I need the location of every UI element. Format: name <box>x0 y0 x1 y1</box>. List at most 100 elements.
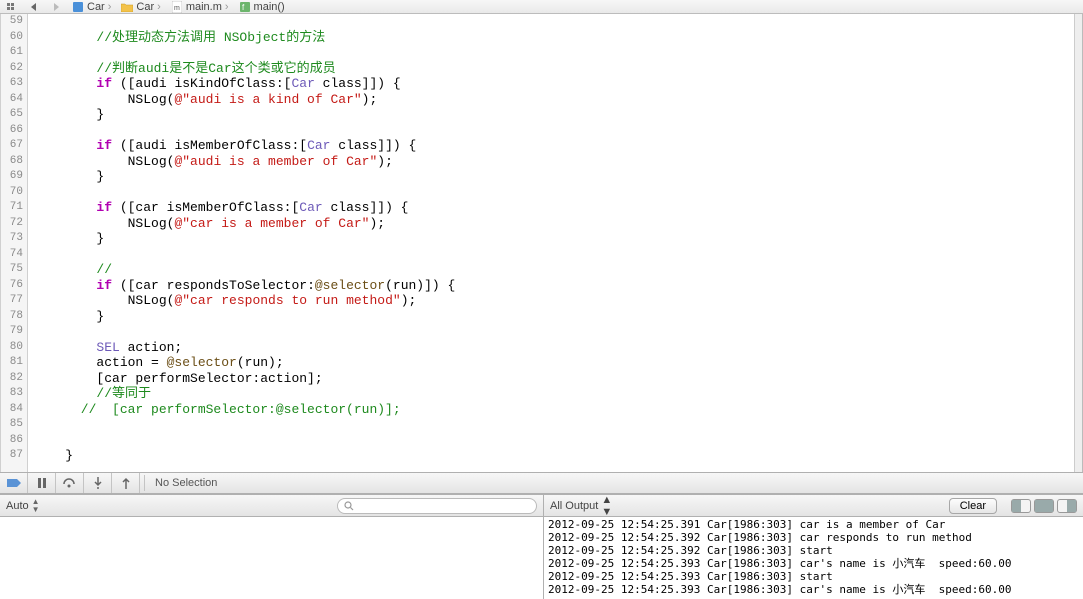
updown-arrows-icon: ▲▼ <box>601 494 612 518</box>
nav-back-button[interactable] <box>24 1 44 13</box>
console-output[interactable]: 2012-09-25 12:54:25.391 Car[1986:303] ca… <box>544 517 1083 599</box>
code-line[interactable]: if ([car isMemberOfClass:[Car class]]) { <box>34 200 1074 216</box>
variables-area[interactable] <box>0 517 543 599</box>
code-line[interactable]: //判断audi是不是Car这个类或它的成员 <box>34 61 1074 77</box>
code-line[interactable]: } <box>34 448 1074 464</box>
editor-scrollbar[interactable] <box>1074 14 1082 472</box>
breadcrumb-project-label: Car <box>87 1 105 13</box>
line-number: 80 <box>5 340 23 356</box>
code-line[interactable]: if ([car respondsToSelector:@selector(ru… <box>34 278 1074 294</box>
line-number: 74 <box>5 247 23 263</box>
console-line: 2012-09-25 12:54:25.392 Car[1986:303] ca… <box>548 531 1079 544</box>
line-number: 87 <box>5 448 23 464</box>
code-editor[interactable]: 5960616263646566676869707172737475767778… <box>0 14 1083 472</box>
svg-text:m: m <box>174 5 180 12</box>
line-number: 61 <box>5 45 23 61</box>
breadcrumb-file[interactable]: m main.m › <box>167 1 233 13</box>
code-line[interactable] <box>34 185 1074 201</box>
console-line: 2012-09-25 12:54:25.391 Car[1986:303] ca… <box>548 518 1079 531</box>
line-number: 62 <box>5 61 23 77</box>
related-items-icon[interactable] <box>2 1 22 13</box>
variables-header: Auto ▲▼ <box>0 495 543 517</box>
line-number: 81 <box>5 355 23 371</box>
console-line: 2012-09-25 12:54:25.393 Car[1986:303] st… <box>548 570 1079 583</box>
step-over-button[interactable] <box>56 473 84 493</box>
line-number: 85 <box>5 417 23 433</box>
code-line[interactable] <box>34 433 1074 449</box>
line-number: 63 <box>5 76 23 92</box>
search-icon <box>344 501 354 511</box>
code-line[interactable]: // [car performSelector:@selector(run)]; <box>34 402 1074 418</box>
code-line[interactable]: NSLog(@"audi is a kind of Car"); <box>34 92 1074 108</box>
code-line[interactable]: NSLog(@"car responds to run method"); <box>34 293 1074 309</box>
xcode-project-icon <box>72 1 84 13</box>
line-number-gutter: 5960616263646566676869707172737475767778… <box>0 14 28 472</box>
show-both-panes-button[interactable] <box>1034 499 1054 513</box>
console-clear-button[interactable]: Clear <box>949 498 997 514</box>
code-line[interactable]: NSLog(@"audi is a member of Car"); <box>34 154 1074 170</box>
breadcrumb-file-label: main.m <box>186 1 222 13</box>
code-line[interactable] <box>34 417 1074 433</box>
code-line[interactable] <box>34 45 1074 61</box>
code-line[interactable]: } <box>34 231 1074 247</box>
line-number: 66 <box>5 123 23 139</box>
line-number: 76 <box>5 278 23 294</box>
chevron-right-icon: › <box>157 1 161 13</box>
step-out-button[interactable] <box>112 473 140 493</box>
pause-button[interactable] <box>28 473 56 493</box>
code-line[interactable]: if ([audi isKindOfClass:[Car class]]) { <box>34 76 1074 92</box>
code-line[interactable]: //等同于 <box>34 386 1074 402</box>
line-number: 77 <box>5 293 23 309</box>
console-filter-popup[interactable]: All Output ▲▼ <box>550 494 612 518</box>
variables-scope-popup[interactable]: Auto ▲▼ <box>6 498 40 514</box>
code-line[interactable]: action = @selector(run); <box>34 355 1074 371</box>
line-number: 73 <box>5 231 23 247</box>
line-number: 75 <box>5 262 23 278</box>
line-number: 79 <box>5 324 23 340</box>
code-line[interactable]: if ([audi isMemberOfClass:[Car class]]) … <box>34 138 1074 154</box>
code-line[interactable]: SEL action; <box>34 340 1074 356</box>
line-number: 83 <box>5 386 23 402</box>
breadcrumb-symbol[interactable]: f main() <box>235 1 289 13</box>
line-number: 84 <box>5 402 23 418</box>
code-line[interactable]: [car performSelector:action]; <box>34 371 1074 387</box>
code-line[interactable] <box>34 324 1074 340</box>
line-number: 60 <box>5 30 23 46</box>
chevron-right-icon: › <box>225 1 229 13</box>
variables-search-input[interactable] <box>337 498 537 514</box>
code-line[interactable]: //处理动态方法调用 NSObject的方法 <box>34 30 1074 46</box>
code-line[interactable] <box>34 247 1074 263</box>
nav-forward-button[interactable] <box>46 1 66 13</box>
code-line[interactable]: } <box>34 169 1074 185</box>
line-number: 59 <box>5 14 23 30</box>
line-number: 70 <box>5 185 23 201</box>
breadcrumb-project[interactable]: Car › <box>68 1 115 13</box>
show-right-pane-button[interactable] <box>1057 499 1077 513</box>
code-line[interactable]: NSLog(@"car is a member of Car"); <box>34 216 1074 232</box>
code-line[interactable]: } <box>34 107 1074 123</box>
bottom-panel: Auto ▲▼ All Output ▲▼ Clear 2012-09-25 1… <box>0 494 1083 599</box>
toggle-breakpoints-button[interactable] <box>0 473 28 493</box>
console-line: 2012-09-25 12:54:25.393 Car[1986:303] ca… <box>548 557 1079 570</box>
code-line[interactable] <box>34 14 1074 30</box>
code-line[interactable] <box>34 123 1074 139</box>
line-number: 78 <box>5 309 23 325</box>
line-number: 65 <box>5 107 23 123</box>
step-into-button[interactable] <box>84 473 112 493</box>
objc-file-icon: m <box>171 1 183 13</box>
line-number: 82 <box>5 371 23 387</box>
code-line[interactable]: // <box>34 262 1074 278</box>
show-left-pane-button[interactable] <box>1011 499 1031 513</box>
code-area[interactable]: //处理动态方法调用 NSObject的方法 //判断audi是不是Car这个类… <box>28 14 1074 472</box>
console-panel: All Output ▲▼ Clear 2012-09-25 12:54:25.… <box>544 495 1083 599</box>
code-line[interactable]: } <box>34 309 1074 325</box>
function-icon: f <box>239 1 251 13</box>
line-number: 72 <box>5 216 23 232</box>
breadcrumb-folder-label: Car <box>136 1 154 13</box>
console-filter-label: All Output <box>550 500 598 512</box>
debug-pane-toggle <box>1011 499 1077 513</box>
chevron-right-icon: › <box>108 1 112 13</box>
line-number: 64 <box>5 92 23 108</box>
breadcrumb-folder[interactable]: Car › <box>117 1 164 13</box>
variables-scope-label: Auto <box>6 500 29 512</box>
